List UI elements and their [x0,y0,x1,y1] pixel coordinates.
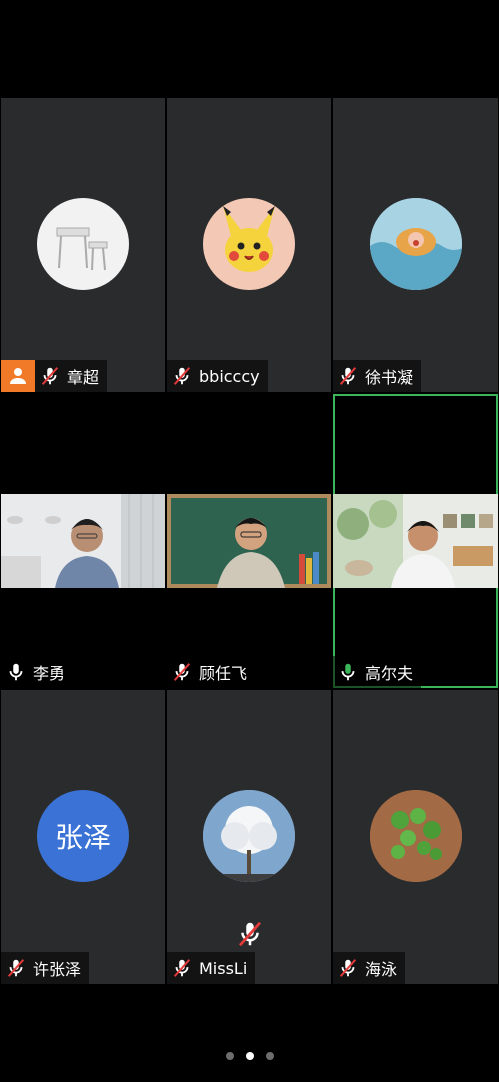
participant-tile-7[interactable]: 张泽 许张泽 [1,690,165,984]
swimming-child-image [369,198,462,290]
participant-tile-2[interactable]: bbicccy [167,98,331,392]
mic-speaking-icon [337,661,359,683]
name-tag: 李勇 [1,656,74,688]
name-tag: 高尔夫 [333,656,422,688]
avatar [37,198,129,290]
name-tag: 章超 [35,360,108,392]
name-tag: 许张泽 [1,952,90,984]
participant-name: 高尔夫 [365,664,414,683]
participant-name: MissLi [199,958,248,978]
participant-tile-6[interactable]: 高尔夫 [333,394,498,688]
avatar [203,198,295,290]
participant-tile-5[interactable]: 顾任飞 [167,394,331,688]
name-tag: 徐书凝 [333,360,422,392]
host-badge [1,360,35,392]
desk-image [56,227,108,271]
participant-name: bbicccy [199,366,260,386]
mic-muted-icon [171,661,193,683]
avatar [369,790,462,882]
mic-muted-icon [39,365,61,387]
participant-name: 顾任飞 [199,664,248,683]
name-tag: bbicccy [167,360,268,392]
participant-tile-3[interactable]: 徐书凝 [333,98,498,392]
mic-muted-icon [171,365,193,387]
page-indicator[interactable] [0,1052,499,1060]
person-icon [10,368,26,384]
page-dot-2[interactable] [245,1052,254,1060]
video-feed [1,494,165,588]
participant-name: 章超 [67,368,100,387]
name-tag: MissLi [167,952,256,984]
name-tag: 海泳 [333,952,406,984]
video-feed [333,494,498,588]
mic-muted-icon [337,957,359,979]
white-tree-image [203,790,295,882]
video-feed [167,494,331,588]
mic-muted-icon [337,365,359,387]
participant-name: 徐书凝 [365,368,414,387]
participant-tile-1[interactable]: 章超 [1,98,165,392]
avatar [369,198,462,290]
mic-icon [5,661,27,683]
participant-name: 李勇 [33,664,66,683]
participant-name: 海泳 [365,960,398,979]
participant-tile-4[interactable]: 李勇 [1,394,165,688]
avatar [203,790,295,882]
mic-muted-icon [5,957,27,979]
pikachu-image [223,206,275,272]
participant-name: 许张泽 [33,960,82,979]
text-avatar: 张泽 [37,790,129,882]
participant-tile-9[interactable]: 海泳 [333,690,498,984]
name-tag: 顾任飞 [167,656,256,688]
participant-tile-8[interactable]: MissLi [167,690,331,984]
green-plants-image [369,790,462,882]
page-dot-3[interactable] [265,1052,274,1060]
mic-muted-icon [235,916,265,952]
page-dot-1[interactable] [225,1052,234,1060]
mic-muted-icon [171,957,193,979]
